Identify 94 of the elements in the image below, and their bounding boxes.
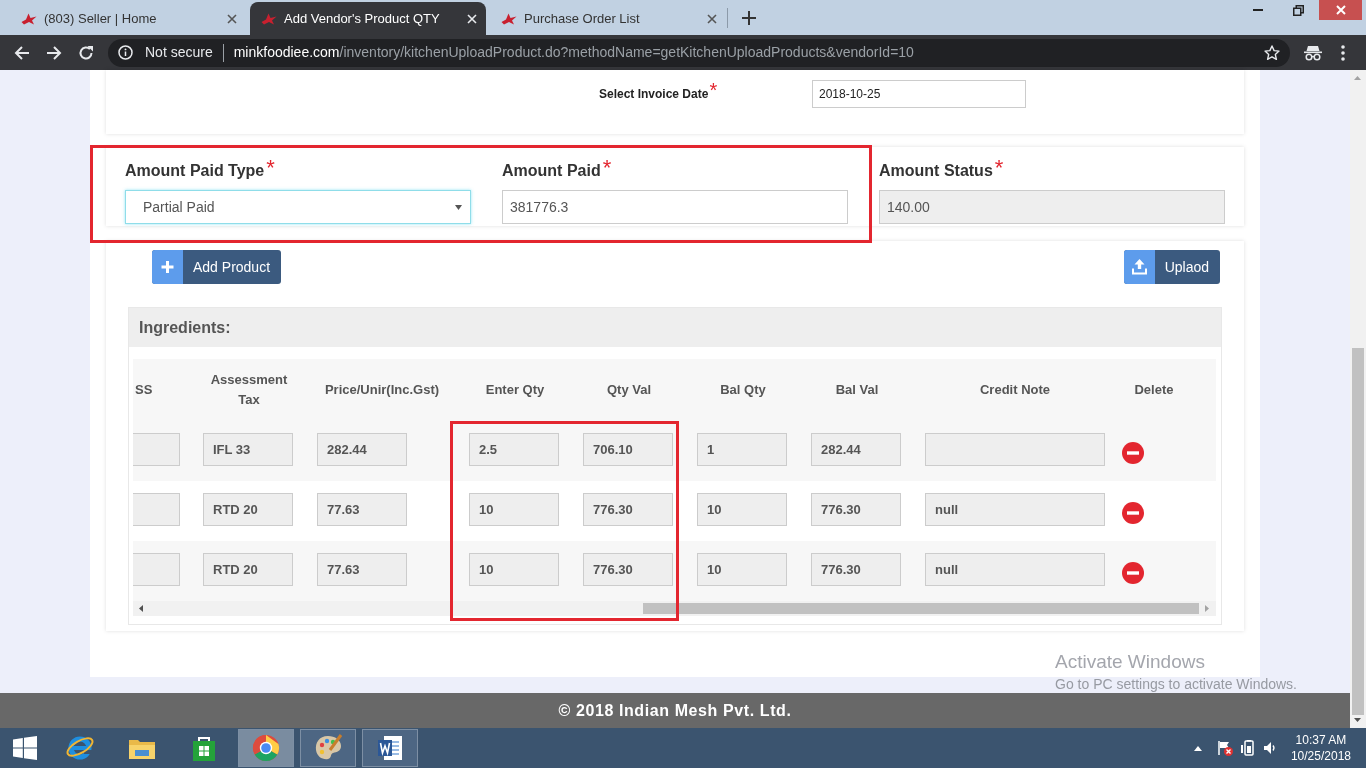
forward-icon[interactable]: [46, 44, 62, 61]
flag-icon[interactable]: [1216, 740, 1233, 756]
back-icon[interactable]: [14, 44, 30, 61]
start-icon[interactable]: [13, 736, 37, 760]
add-product-button[interactable]: Add Product: [152, 250, 282, 284]
copyright-text: © 2018 Indian Mesh Pvt. Ltd.: [558, 700, 792, 721]
input-field[interactable]: null: [925, 553, 1105, 586]
close-button[interactable]: [1319, 0, 1362, 20]
plus-icon: [152, 250, 183, 284]
input-field[interactable]: 706.10: [583, 433, 673, 466]
arrow-left-icon[interactable]: [139, 605, 143, 612]
scrollbar-thumb[interactable]: [643, 603, 1199, 614]
column-header: Bal Qty: [720, 381, 766, 399]
required-mark: *: [266, 160, 275, 176]
close-icon[interactable]: [707, 13, 717, 24]
input-field[interactable]: 381776.3: [502, 190, 848, 224]
input-field[interactable]: 776.30: [583, 493, 673, 526]
input-field[interactable]: 776.30: [583, 553, 673, 586]
upload-icon: [1123, 250, 1155, 284]
column-header: Price/Unir(Inc.Gst): [324, 381, 440, 399]
input-field[interactable]: 282.44: [317, 433, 407, 466]
column-header: SS: [135, 381, 153, 399]
input-field[interactable]: 282.44: [811, 433, 901, 466]
input-field[interactable]: 77.63: [317, 493, 407, 526]
incognito-icon[interactable]: [1304, 44, 1322, 61]
minus-circle-icon[interactable]: [1122, 442, 1144, 464]
column-header: Enter Qty: [485, 381, 545, 399]
upload-button[interactable]: Uplaod: [1123, 250, 1220, 284]
close-icon[interactable]: [227, 13, 237, 24]
speaker-icon[interactable]: [1262, 741, 1277, 755]
input-field[interactable]: [133, 433, 180, 466]
tab[interactable]: Add Vendor's Product QTY: [250, 2, 486, 35]
input-field[interactable]: [133, 493, 180, 526]
taskbar-button[interactable]: [362, 729, 418, 767]
tab[interactable]: Purchase Order List: [490, 2, 726, 35]
panel-title: Ingredients:: [139, 317, 231, 338]
column-header: Bal Val: [835, 381, 879, 399]
menu-icon[interactable]: [1341, 44, 1345, 61]
field-label: Amount Paid: [502, 161, 601, 181]
input-field[interactable]: IFL 33: [203, 433, 293, 466]
input-field[interactable]: null: [925, 493, 1105, 526]
input-field[interactable]: 2.5: [469, 433, 559, 466]
star-icon[interactable]: [1264, 44, 1280, 61]
os-notice-title: Activate Windows: [1055, 650, 1206, 674]
minus-circle-icon[interactable]: [1122, 562, 1144, 584]
os-notice-text: Go to PC settings to activate Windows.: [1055, 675, 1297, 693]
input-field[interactable]: 10: [469, 493, 559, 526]
field-label: Select Invoice Date: [599, 87, 709, 101]
input-field[interactable]: RTD 20: [203, 553, 293, 586]
input-field[interactable]: 776.30: [811, 553, 901, 586]
column-header: Assessment Tax: [209, 371, 289, 409]
required-mark: *: [602, 160, 612, 176]
minus-circle-icon[interactable]: [1122, 502, 1144, 524]
minimize-icon[interactable]: [1252, 9, 1263, 11]
input-field[interactable]: 10: [697, 553, 787, 586]
tab[interactable]: (803) Seller | Home: [10, 2, 246, 35]
plus-icon[interactable]: [742, 11, 756, 25]
column-header: Qty Val: [606, 381, 652, 399]
scrollbar-thumb[interactable]: [1352, 348, 1364, 715]
address-bar[interactable]: Not secure minkfoodiee.com/inventory/kitchenUploadProduct.do?methodName=getKitchenUploadProducts&vendorId=10: [108, 38, 1290, 67]
security-label: Not secure: [145, 43, 213, 62]
logo-icon: [261, 12, 277, 25]
required-mark: *: [709, 83, 718, 97]
reload-icon[interactable]: [78, 44, 94, 61]
chevron-up-icon[interactable]: [1193, 745, 1202, 751]
scrollbar-track[interactable]: [133, 601, 1216, 616]
input-field[interactable]: 10: [697, 493, 787, 526]
input-field[interactable]: [925, 433, 1105, 466]
clock-date: 10/25/2018: [1290, 748, 1351, 764]
field-label: Amount Status: [879, 161, 993, 181]
caret-icon[interactable]: [455, 204, 462, 210]
column-header: Delete: [1134, 381, 1174, 399]
url-text[interactable]: minkfoodiee.com/inventory/kitchenUploadProduct.do?methodName=getKitchenUploadProducts&vendorId=10: [233, 42, 914, 63]
input-field[interactable]: 1: [697, 433, 787, 466]
battery-icon[interactable]: [1240, 740, 1257, 756]
info-icon: [118, 45, 133, 60]
input-field[interactable]: 77.63: [317, 553, 407, 586]
input-field[interactable]: [133, 553, 180, 586]
logo-icon: [501, 12, 517, 25]
field-label: Amount Paid Type: [125, 161, 265, 181]
date-field[interactable]: 2018-10-25: [812, 80, 1026, 108]
logo-icon: [21, 12, 37, 25]
arrow-down-icon[interactable]: [1354, 718, 1361, 722]
taskbar-button[interactable]: [300, 729, 356, 767]
input-field[interactable]: RTD 20: [203, 493, 293, 526]
column-header: Credit Note: [979, 381, 1051, 399]
input-field[interactable]: 10: [469, 553, 559, 586]
restore-icon[interactable]: [1293, 4, 1304, 16]
browser-logo-icon: [251, 733, 281, 763]
required-mark: *: [994, 160, 1004, 176]
select-field[interactable]: Partial Paid: [125, 190, 471, 224]
clock-time: 10:37 AM: [1295, 732, 1347, 748]
document-icon: [375, 733, 405, 763]
input-field[interactable]: 776.30: [811, 493, 901, 526]
